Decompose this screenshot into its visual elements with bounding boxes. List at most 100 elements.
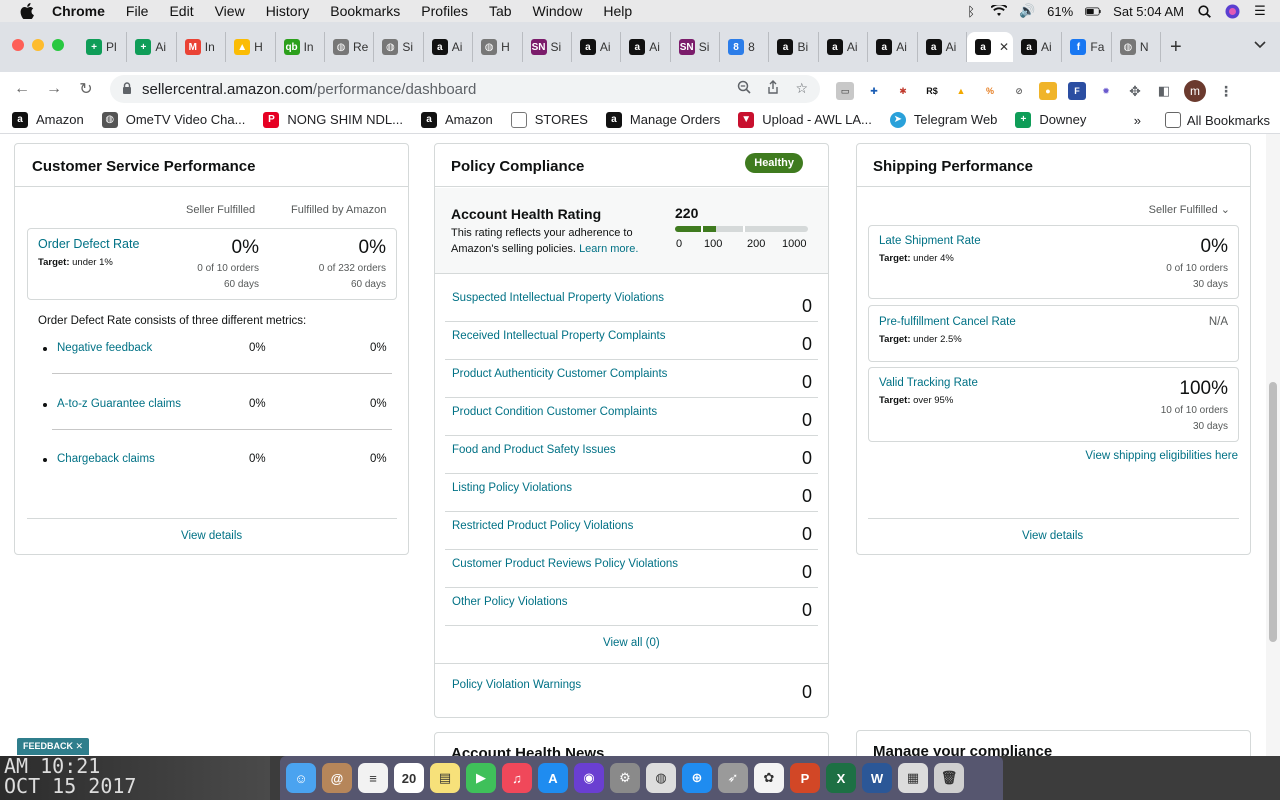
tab-search-chevron-icon[interactable] [1254, 38, 1266, 52]
fulfillment-filter-dropdown[interactable]: Seller Fulfilled ⌄ [1149, 203, 1230, 216]
back-button[interactable]: ← [6, 80, 38, 98]
atoz-claims-link[interactable]: A-to-z Guarantee claims [57, 398, 181, 410]
policy-violation-warnings-link[interactable]: Policy Violation Warnings [452, 679, 581, 691]
bookmarks-overflow-chevron[interactable]: » [1134, 113, 1141, 128]
suspected-ip-violations-link[interactable]: Suspected Intellectual Property Violatio… [452, 292, 664, 304]
late-shipment-rate-link[interactable]: Late Shipment Rate [879, 235, 981, 247]
listing-policy-violations-link[interactable]: Listing Policy Violations [452, 482, 572, 494]
page-scrollbar[interactable] [1266, 134, 1280, 756]
reload-button[interactable]: ↻ [70, 79, 102, 99]
facetime-icon[interactable]: ▶ [466, 763, 496, 793]
puzzle-link-extension-icon[interactable]: ⊘ [1010, 82, 1028, 100]
chrome-icon[interactable]: ◍ [646, 763, 676, 793]
browser-tab[interactable]: a Ai [572, 32, 622, 62]
bookmark-star-icon[interactable]: ☆ [795, 80, 808, 97]
menu-edit[interactable]: Edit [169, 3, 193, 19]
powerpoint-icon[interactable]: P [790, 763, 820, 793]
gear-extension-icon[interactable]: ✹ [1097, 82, 1115, 100]
bookmark-amazon[interactable]: a Amazon [12, 111, 84, 128]
restricted-product-violations-link[interactable]: Restricted Product Policy Violations [452, 520, 633, 532]
system-preferences-icon[interactable]: ⚙ [610, 763, 640, 793]
browser-tab[interactable]: ◍ N [1112, 32, 1162, 62]
siri-menubar-icon[interactable] [1224, 4, 1240, 18]
cs-view-details-link[interactable]: View details [181, 530, 242, 542]
wifi-icon[interactable] [991, 4, 1008, 18]
browser-tab[interactable]: a Ai [1013, 32, 1063, 62]
food-safety-issues-link[interactable]: Food and Product Safety Issues [452, 444, 616, 456]
menu-bookmarks[interactable]: Bookmarks [330, 3, 400, 19]
bookmark-amazon-2[interactable]: a Amazon [421, 111, 493, 128]
browser-tab[interactable]: a Ai [868, 32, 918, 62]
condition-complaints-link[interactable]: Product Condition Customer Complaints [452, 406, 657, 418]
browser-tab[interactable]: 88 [720, 32, 770, 62]
browser-tab[interactable]: f Fa [1062, 32, 1112, 62]
menubar-clock[interactable]: Sat 5:04 AM [1113, 4, 1184, 19]
browser-tab[interactable]: SN Si [523, 32, 572, 62]
off-price-extension-icon[interactable]: % [981, 82, 999, 100]
photos-icon[interactable]: ✿ [754, 763, 784, 793]
f-extension-icon[interactable]: F [1068, 82, 1086, 100]
side-panel-icon[interactable]: ◧ [1155, 82, 1173, 100]
bookmark-manage-orders[interactable]: a Manage Orders [605, 111, 720, 128]
browser-tab[interactable]: + Pl [78, 32, 128, 62]
authenticity-complaints-link[interactable]: Product Authenticity Customer Complaints [452, 368, 667, 380]
extensions-puzzle-icon[interactable]: ✥ [1126, 82, 1144, 100]
browser-tab[interactable]: a Bi [769, 32, 819, 62]
off-extension-icon[interactable]: ▭ [836, 82, 854, 100]
control-center-icon[interactable]: ☰ [1252, 3, 1268, 18]
bookmark-upload-awl[interactable]: ▼ Upload - AWL LA... [738, 111, 872, 128]
browser-tab[interactable]: a Ai [621, 32, 671, 62]
scrollbar-thumb[interactable] [1269, 382, 1277, 642]
close-tab-icon[interactable]: ✕ [999, 40, 1009, 54]
negative-feedback-link[interactable]: Negative feedback [57, 342, 152, 354]
menu-tab[interactable]: Tab [489, 3, 512, 19]
lock-icon[interactable] [122, 81, 132, 97]
trash-icon[interactable]: 🗑 [934, 763, 964, 793]
launchpad-icon[interactable]: ➶ [718, 763, 748, 793]
bookmark-stores-folder[interactable]: STORES [510, 111, 588, 128]
battery-icon[interactable] [1085, 4, 1101, 18]
profile-avatar[interactable]: m [1184, 80, 1206, 102]
menu-app-name[interactable]: Chrome [52, 3, 105, 19]
shipping-view-details-link[interactable]: View details [1022, 530, 1083, 542]
close-window-button[interactable] [12, 39, 24, 51]
siri-icon[interactable]: ◉ [574, 763, 604, 793]
downloads-icon[interactable]: ▦ [898, 763, 928, 793]
browser-tab[interactable]: a Ai [918, 32, 968, 62]
orange-circle-extension-icon[interactable]: ● [1039, 82, 1057, 100]
browser-tab[interactable]: a Ai [424, 32, 474, 62]
menu-view[interactable]: View [215, 3, 245, 19]
other-policy-violations-link[interactable]: Other Policy Violations [452, 596, 567, 608]
appstore-icon[interactable]: A [538, 763, 568, 793]
redstamp-extension-icon[interactable]: ✱ [894, 82, 912, 100]
browser-tab[interactable]: ◍ H [473, 32, 523, 62]
valid-tracking-rate-link[interactable]: Valid Tracking Rate [879, 377, 978, 389]
chargeback-claims-link[interactable]: Chargeback claims [57, 453, 155, 465]
zoom-icon[interactable] [737, 80, 752, 97]
browser-tab[interactable]: ◍ Re [325, 32, 375, 62]
notes-icon[interactable]: ▤ [430, 763, 460, 793]
browser-tab[interactable]: ▲ H [226, 32, 276, 62]
helium-extension-icon[interactable]: ✚ [865, 82, 883, 100]
bookmark-telegram[interactable]: ➤ Telegram Web [889, 111, 997, 128]
learn-more-link[interactable]: Learn more. [579, 243, 638, 255]
spotlight-search-icon[interactable] [1196, 4, 1212, 18]
safari-icon[interactable]: ⊕ [682, 763, 712, 793]
browser-tab[interactable]: a Ai [819, 32, 869, 62]
bluetooth-icon[interactable]: ᛒ [963, 4, 979, 19]
bookmark-downey[interactable]: + Downey [1015, 111, 1086, 128]
finder-icon[interactable]: ☺ [286, 763, 316, 793]
new-tab-button[interactable]: + [1170, 36, 1182, 59]
browser-tab[interactable]: SN Si [671, 32, 721, 62]
apple-menu-icon[interactable] [20, 3, 36, 19]
zoom-window-button[interactable] [52, 39, 64, 51]
menu-profiles[interactable]: Profiles [421, 3, 468, 19]
browser-tab[interactable]: qb In [276, 32, 325, 62]
menu-history[interactable]: History [266, 3, 310, 19]
bookmark-ometv[interactable]: ◍ OmeTV Video Cha... [101, 111, 245, 128]
order-defect-rate-link[interactable]: Order Defect Rate [38, 237, 139, 251]
feedback-button[interactable]: FEEDBACK ✕ [17, 738, 90, 755]
bookmark-nong-shim[interactable]: P NONG SHIM NDL... [263, 111, 403, 128]
calendar-icon[interactable]: 20 [394, 763, 424, 793]
pre-fulfillment-cancel-rate-link[interactable]: Pre-fulfillment Cancel Rate [879, 316, 1016, 328]
